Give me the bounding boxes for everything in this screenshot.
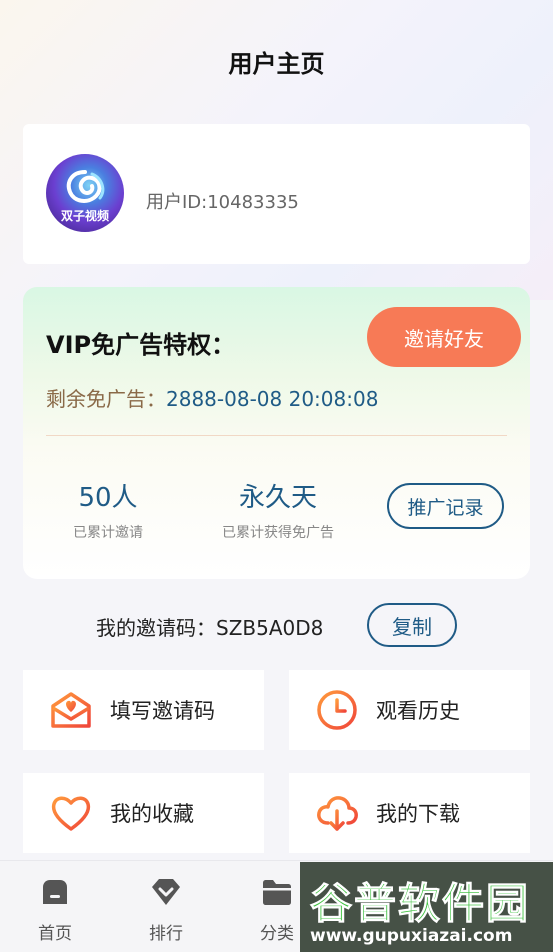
avatar-text: 双子视频 <box>60 209 109 223</box>
page-title: 用户主页 <box>228 50 325 78</box>
stat-label: 已累计邀请 <box>73 525 143 541</box>
folder-icon <box>263 880 291 905</box>
copy-button[interactable]: 复制 <box>367 603 457 647</box>
app-logo-icon <box>66 170 105 203</box>
divider <box>46 435 507 436</box>
stat-invited: 50人 已累计邀请 <box>63 477 153 542</box>
tile-watch-history[interactable]: 观看历史 <box>289 670 530 750</box>
tile-label: 我的收藏 <box>110 802 194 826</box>
user-id: 用户ID:10483335 <box>146 192 299 213</box>
stat-value: 50人 <box>78 483 138 513</box>
invite-code-value: SZB5A0D8 <box>216 616 324 640</box>
tile-label: 填写邀请码 <box>110 699 215 723</box>
tab-label: 首页 <box>38 924 72 944</box>
mail-heart-icon <box>51 692 91 728</box>
stat-ad-free: 永久天 已累计获得免广告 <box>208 477 348 542</box>
watermark: 谷普软件园 www.gupuxiazai.com <box>300 862 553 952</box>
tab-label: 排行 <box>149 924 183 944</box>
profile-card: 双子视频 用户ID:10483335 <box>23 124 530 264</box>
tile-my-favorites[interactable]: 我的收藏 <box>23 773 264 853</box>
avatar[interactable]: 双子视频 <box>46 154 124 232</box>
watermark-url: www.gupuxiazai.com <box>310 926 513 946</box>
remaining-ad-free: 剩余免广告：2888-08-08 20:08:08 <box>46 383 378 412</box>
heart-icon <box>51 796 91 831</box>
tab-ranking[interactable]: 排行 <box>126 875 206 944</box>
tile-label: 观看历史 <box>376 699 460 723</box>
vip-card: VIP免广告特权： 邀请好友 剩余免广告：2888-08-08 20:08:08… <box>23 287 530 579</box>
cloud-download-icon <box>317 796 358 831</box>
vip-title: VIP免广告特权： <box>46 331 236 359</box>
clock-icon <box>317 690 357 730</box>
stat-label: 已累计获得免广告 <box>222 525 334 541</box>
invite-code-label: 我的邀请码： <box>96 616 216 640</box>
stat-value: 永久天 <box>238 483 317 513</box>
home-icon <box>43 880 67 904</box>
diamond-icon <box>152 879 180 905</box>
tile-label: 我的下载 <box>376 802 460 826</box>
tile-enter-invite-code[interactable]: 填写邀请码 <box>23 670 264 750</box>
tile-my-downloads[interactable]: 我的下载 <box>289 773 530 853</box>
invite-code-row: 我的邀请码：SZB5A0D8 <box>96 612 323 641</box>
remaining-label: 剩余免广告： <box>46 387 166 411</box>
tab-home[interactable]: 首页 <box>15 875 95 944</box>
watermark-text: 谷普软件园 <box>309 879 531 929</box>
promotion-record-button[interactable]: 推广记录 <box>387 483 504 529</box>
remaining-value: 2888-08-08 20:08:08 <box>166 387 379 411</box>
invite-friends-button[interactable]: 邀请好友 <box>367 307 521 367</box>
